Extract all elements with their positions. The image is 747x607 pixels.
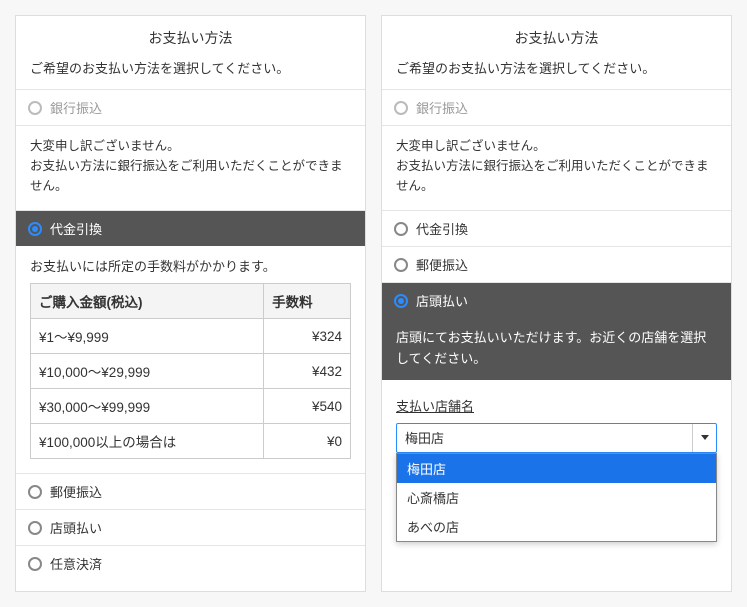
option-bank-transfer: 銀行振込	[382, 89, 731, 125]
dropdown-item[interactable]: 梅田店	[397, 454, 716, 483]
option-label: 店頭払い	[50, 518, 102, 537]
radio-icon	[28, 485, 42, 499]
apology-line-1: 大変申し訳ございません。	[396, 136, 717, 156]
store-selector-section: 支払い店舗名 梅田店 梅田店 心斎橋店 あべの店	[382, 380, 731, 558]
panel-title: お支払い方法	[382, 16, 731, 58]
fee-table: ご購入金額(税込) 手数料 ¥1～¥9,999¥324 ¥10,000～¥29,…	[30, 283, 351, 459]
radio-icon	[28, 101, 42, 115]
option-pay-at-store[interactable]: 店頭払い	[382, 282, 731, 318]
option-label: 代金引換	[416, 219, 468, 238]
store-pay-note: 店頭にてお支払いいただけます。お近くの店舗を選択してください。	[382, 318, 731, 380]
table-row: ¥100,000以上の場合は¥0	[31, 424, 351, 459]
apology-line-2: お支払い方法に銀行振込をご利用いただくことができません。	[30, 156, 351, 196]
dropdown-item[interactable]: あべの店	[397, 512, 716, 541]
radio-icon	[28, 222, 42, 236]
payment-panel-left: お支払い方法 ご希望のお支払い方法を選択してください。 銀行振込 大変申し訳ござ…	[15, 15, 366, 592]
apology-line-1: 大変申し訳ございません。	[30, 136, 351, 156]
payment-panel-right: お支払い方法 ご希望のお支払い方法を選択してください。 銀行振込 大変申し訳ござ…	[381, 15, 732, 592]
radio-icon	[28, 521, 42, 535]
dropdown-button[interactable]	[692, 424, 716, 452]
table-row: ¥1～¥9,999¥324	[31, 319, 351, 354]
option-postal-transfer[interactable]: 郵便振込	[16, 473, 365, 509]
store-field-label: 支払い店舗名	[396, 396, 717, 415]
th-fee: 手数料	[264, 284, 351, 319]
store-select-value: 梅田店	[397, 428, 692, 447]
radio-icon	[394, 294, 408, 308]
radio-icon	[394, 258, 408, 272]
panel-title: お支払い方法	[16, 16, 365, 58]
option-cash-on-delivery[interactable]: 代金引換	[16, 210, 365, 246]
option-pay-at-store[interactable]: 店頭払い	[16, 509, 365, 545]
radio-icon	[28, 557, 42, 571]
cod-body: お支払いには所定の手数料がかかります。 ご購入金額(税込) 手数料 ¥1～¥9,…	[16, 246, 365, 473]
table-row: ¥10,000～¥29,999¥432	[31, 354, 351, 389]
radio-icon	[394, 101, 408, 115]
apology-line-2: お支払い方法に銀行振込をご利用いただくことができません。	[396, 156, 717, 196]
cod-note: お支払いには所定の手数料がかかります。	[30, 256, 351, 275]
option-label: 郵便振込	[50, 482, 102, 501]
th-amount: ご購入金額(税込)	[31, 284, 264, 319]
option-label: 郵便振込	[416, 255, 468, 274]
option-label: 代金引換	[50, 219, 102, 238]
panel-description: ご希望のお支払い方法を選択してください。	[16, 58, 365, 89]
option-label: 銀行振込	[50, 98, 102, 117]
store-dropdown: 梅田店 心斎橋店 あべの店	[396, 453, 717, 542]
store-select[interactable]: 梅田店	[396, 423, 717, 453]
option-label: 任意決済	[50, 554, 102, 573]
option-label: 店頭払い	[416, 291, 468, 310]
option-postal-transfer[interactable]: 郵便振込	[382, 246, 731, 282]
panel-description: ご希望のお支払い方法を選択してください。	[382, 58, 731, 89]
option-custom-payment[interactable]: 任意決済	[16, 545, 365, 581]
option-cash-on-delivery[interactable]: 代金引換	[382, 210, 731, 246]
option-label: 銀行振込	[416, 98, 468, 117]
radio-icon	[394, 222, 408, 236]
table-row: ¥30,000～¥99,999¥540	[31, 389, 351, 424]
bank-transfer-message: 大変申し訳ございません。 お支払い方法に銀行振込をご利用いただくことができません…	[382, 125, 731, 210]
dropdown-item[interactable]: 心斎橋店	[397, 483, 716, 512]
bank-transfer-message: 大変申し訳ございません。 お支払い方法に銀行振込をご利用いただくことができません…	[16, 125, 365, 210]
option-bank-transfer: 銀行振込	[16, 89, 365, 125]
chevron-down-icon	[701, 435, 709, 440]
